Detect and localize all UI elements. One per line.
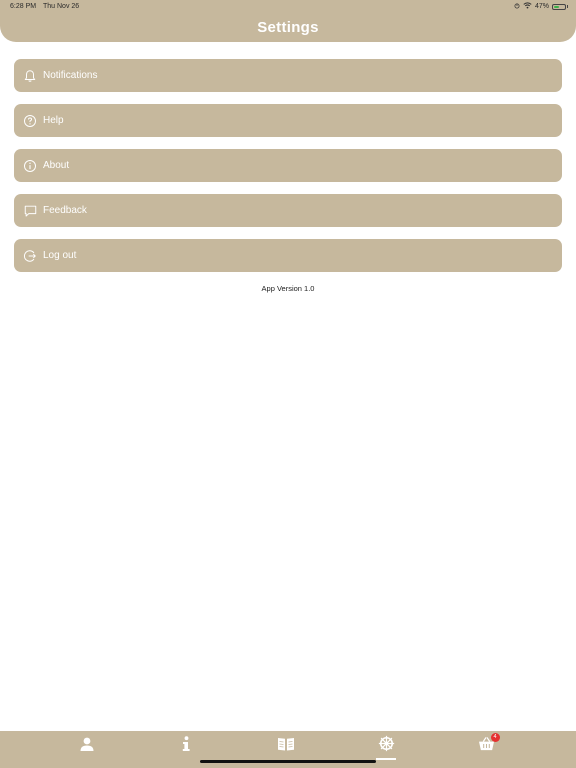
tab-basket[interactable]: 4 xyxy=(475,733,500,757)
battery-icon xyxy=(552,3,566,10)
feedback-label: Feedback xyxy=(43,205,87,216)
about-button[interactable]: About xyxy=(14,149,562,182)
status-time: 6:28 PM xyxy=(10,3,37,10)
battery-fill xyxy=(554,5,559,8)
tab-info[interactable] xyxy=(175,735,197,757)
book-icon xyxy=(277,736,295,757)
active-tab-indicator xyxy=(376,758,396,760)
tab-profile[interactable] xyxy=(76,735,98,757)
home-indicator xyxy=(200,760,376,763)
header-bar: 6:28 PM Thu Nov 26 47% Settings xyxy=(0,0,576,42)
bell-icon xyxy=(22,68,38,84)
question-circle-icon xyxy=(22,113,38,129)
battery-tip xyxy=(567,5,568,8)
feedback-button[interactable]: Feedback xyxy=(14,194,562,227)
cart-badge: 4 xyxy=(490,733,500,742)
battery-percent: 47% xyxy=(534,3,549,10)
orientation-lock-icon xyxy=(514,3,520,11)
tab-settings[interactable] xyxy=(375,735,397,760)
chat-bubble-icon xyxy=(22,203,38,219)
about-label: About xyxy=(43,160,70,171)
settings-screen: 6:28 PM Thu Nov 26 47% Settings Notifica… xyxy=(0,0,576,768)
logout-button[interactable]: Log out xyxy=(14,239,562,272)
info-icon xyxy=(180,735,192,757)
settings-wheel-icon xyxy=(378,735,395,757)
notifications-label: Notifications xyxy=(43,70,98,81)
info-circle-icon xyxy=(22,158,38,174)
status-bar: 6:28 PM Thu Nov 26 47% xyxy=(0,0,576,14)
settings-menu: Notifications Help About Feedback Log ou… xyxy=(14,59,562,284)
notifications-button[interactable]: Notifications xyxy=(14,59,562,92)
tab-book[interactable] xyxy=(275,735,297,757)
wifi-icon xyxy=(523,2,532,11)
app-version: App Version 1.0 xyxy=(261,284,315,293)
logout-icon xyxy=(22,248,38,264)
page-title: Settings xyxy=(257,19,319,36)
help-label: Help xyxy=(43,115,64,126)
person-icon xyxy=(79,736,95,757)
status-date: Thu Nov 26 xyxy=(43,3,80,10)
logout-label: Log out xyxy=(43,250,77,261)
basket-icon: 4 xyxy=(478,733,500,756)
status-right-group: 47% xyxy=(514,2,568,11)
help-button[interactable]: Help xyxy=(14,104,562,137)
